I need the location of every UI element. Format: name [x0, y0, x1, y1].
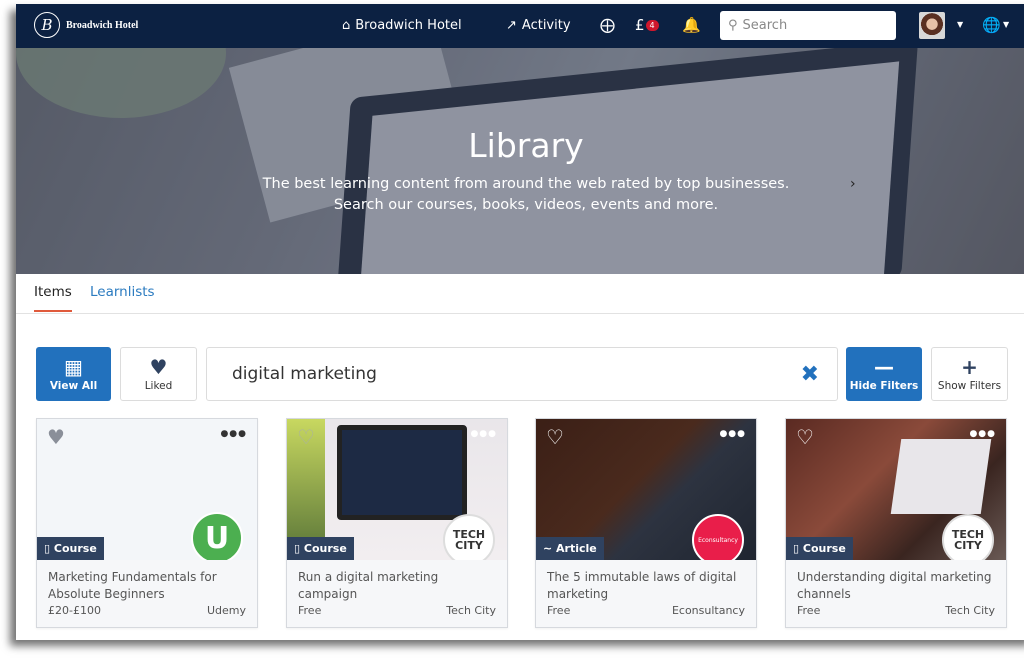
- avatar[interactable]: [919, 12, 945, 39]
- card-price: £20-£100: [48, 604, 101, 617]
- library-card[interactable]: ♡ ●●● ▯ Course TECH CITY Understanding d…: [785, 418, 1007, 628]
- like-heart-icon[interactable]: ♡: [546, 425, 564, 449]
- top-navbar: B Broadwich Hotel ⌂ Broadwich Hotel ↗ Ac…: [16, 4, 1024, 48]
- more-options-icon[interactable]: ●●●: [220, 429, 247, 439]
- type-tag: ▯ Course: [786, 537, 853, 560]
- liked-button[interactable]: ♥ Liked: [120, 347, 197, 401]
- card-provider: Tech City: [446, 604, 496, 617]
- currency-badge: 4: [645, 20, 659, 31]
- nav-home-link[interactable]: ⌂ Broadwich Hotel: [342, 18, 462, 33]
- provider-logo: U: [191, 512, 243, 560]
- search-placeholder: Search: [742, 18, 788, 33]
- minus-icon: —: [874, 354, 894, 379]
- page-title: Library: [468, 126, 584, 165]
- card-thumbnail: ♡ ●●● ∼ Article Econsultancy: [536, 419, 756, 560]
- view-all-label: View All: [49, 379, 98, 392]
- type-tag-label: Course: [53, 542, 97, 555]
- brand-name: Broadwich Hotel: [66, 19, 139, 31]
- card-price: Free: [797, 604, 821, 617]
- card-title[interactable]: Understanding digital marketing channels: [797, 569, 997, 603]
- more-options-icon[interactable]: ●●●: [470, 429, 497, 439]
- card-price: Free: [298, 604, 322, 617]
- card-title[interactable]: Run a digital marketing campaign: [298, 569, 498, 603]
- library-search-input[interactable]: digital marketing ✖: [206, 347, 838, 401]
- grid-icon: ▦: [64, 354, 83, 379]
- app-window: B Broadwich Hotel ⌂ Broadwich Hotel ↗ Ac…: [16, 4, 1024, 640]
- like-heart-icon[interactable]: ♥: [47, 425, 65, 449]
- hide-filters-label: Hide Filters: [849, 379, 919, 392]
- library-tabs: Items Learnlists: [16, 274, 1024, 314]
- nav-home-label: Broadwich Hotel: [355, 18, 462, 33]
- currency-button[interactable]: £4: [635, 16, 659, 34]
- thumb-laptop: [890, 439, 992, 514]
- tab-learnlists[interactable]: Learnlists: [90, 284, 155, 310]
- like-heart-icon[interactable]: ♡: [297, 425, 315, 449]
- language-caret-icon[interactable]: ▼: [1003, 20, 1009, 29]
- card-thumbnail: ♡ ●●● ▯ Course TECH CITY: [786, 419, 1006, 560]
- hero-banner: Library The best learning content from a…: [16, 48, 1024, 274]
- more-options-icon[interactable]: ●●●: [719, 429, 746, 439]
- search-input[interactable]: ⚲ Search: [720, 11, 896, 40]
- provider-logo: TECH CITY: [942, 514, 994, 560]
- like-heart-icon[interactable]: ♡: [796, 425, 814, 449]
- liked-label: Liked: [144, 379, 173, 392]
- card-price: Free: [547, 604, 571, 617]
- user-caret-icon[interactable]: ▼: [957, 20, 963, 29]
- nav-activity-link[interactable]: ↗ Activity: [506, 18, 571, 33]
- chart-line-icon: ↗: [506, 18, 517, 33]
- type-tag: ∼ Article: [536, 537, 604, 560]
- view-all-button[interactable]: ▦ View All: [36, 347, 111, 401]
- nav-activity-label: Activity: [521, 18, 571, 33]
- library-card[interactable]: ♡ ●●● ▯ Course TECH CITY Run a digital m…: [286, 418, 508, 628]
- tab-items[interactable]: Items: [34, 284, 72, 312]
- search-query-text: digital marketing: [232, 364, 377, 384]
- heart-icon: ♥: [149, 354, 168, 379]
- provider-logo: Econsultancy: [692, 514, 744, 560]
- bell-icon[interactable]: 🔔: [682, 16, 701, 34]
- card-title[interactable]: Marketing Fundamentals for Absolute Begi…: [48, 569, 248, 603]
- show-filters-button[interactable]: + Show Filters: [931, 347, 1008, 401]
- type-tag-label: Course: [802, 542, 846, 555]
- globe-icon[interactable]: 🌐: [982, 16, 1001, 34]
- type-tag-label: Course: [303, 542, 347, 555]
- type-tag-label: Article: [556, 542, 597, 555]
- type-tag: ▯ Course: [37, 537, 104, 560]
- hero-subtitle-line2: Search our courses, books, videos, event…: [333, 197, 719, 213]
- type-tag: ▯ Course: [287, 537, 354, 560]
- pound-icon: £: [635, 16, 645, 34]
- library-card[interactable]: ♡ ●●● ∼ Article Econsultancy The 5 immut…: [535, 418, 757, 628]
- provider-logo: TECH CITY: [443, 514, 495, 560]
- library-card[interactable]: ♥ ●●● ▯ Course U Marketing Fundamentals …: [36, 418, 258, 628]
- add-circle-icon[interactable]: ⨁: [600, 16, 615, 34]
- card-provider: Tech City: [945, 604, 995, 617]
- search-icon: ⚲: [728, 18, 738, 33]
- chevron-right-icon: ›: [850, 176, 856, 192]
- card-title[interactable]: The 5 immutable laws of digital marketin…: [547, 569, 747, 603]
- brand-logo-icon: B: [34, 12, 60, 38]
- card-provider: Econsultancy: [671, 604, 745, 617]
- plus-icon: +: [961, 354, 978, 379]
- hide-filters-button[interactable]: — Hide Filters: [846, 347, 922, 401]
- hero-subtitle: The best learning content from around th…: [16, 174, 1024, 216]
- thumb-monitor: [337, 425, 467, 520]
- more-options-icon[interactable]: ●●●: [969, 429, 996, 439]
- brand[interactable]: B Broadwich Hotel: [34, 12, 138, 38]
- home-icon: ⌂: [342, 18, 351, 33]
- clear-search-icon[interactable]: ✖: [801, 362, 819, 387]
- show-filters-label: Show Filters: [937, 379, 1002, 392]
- card-thumbnail: ♡ ●●● ▯ Course TECH CITY: [287, 419, 507, 560]
- card-provider: Udemy: [206, 604, 246, 617]
- card-thumbnail: ♥ ●●● ▯ Course U: [37, 419, 257, 560]
- hero-subtitle-line1: The best learning content from around th…: [262, 176, 790, 192]
